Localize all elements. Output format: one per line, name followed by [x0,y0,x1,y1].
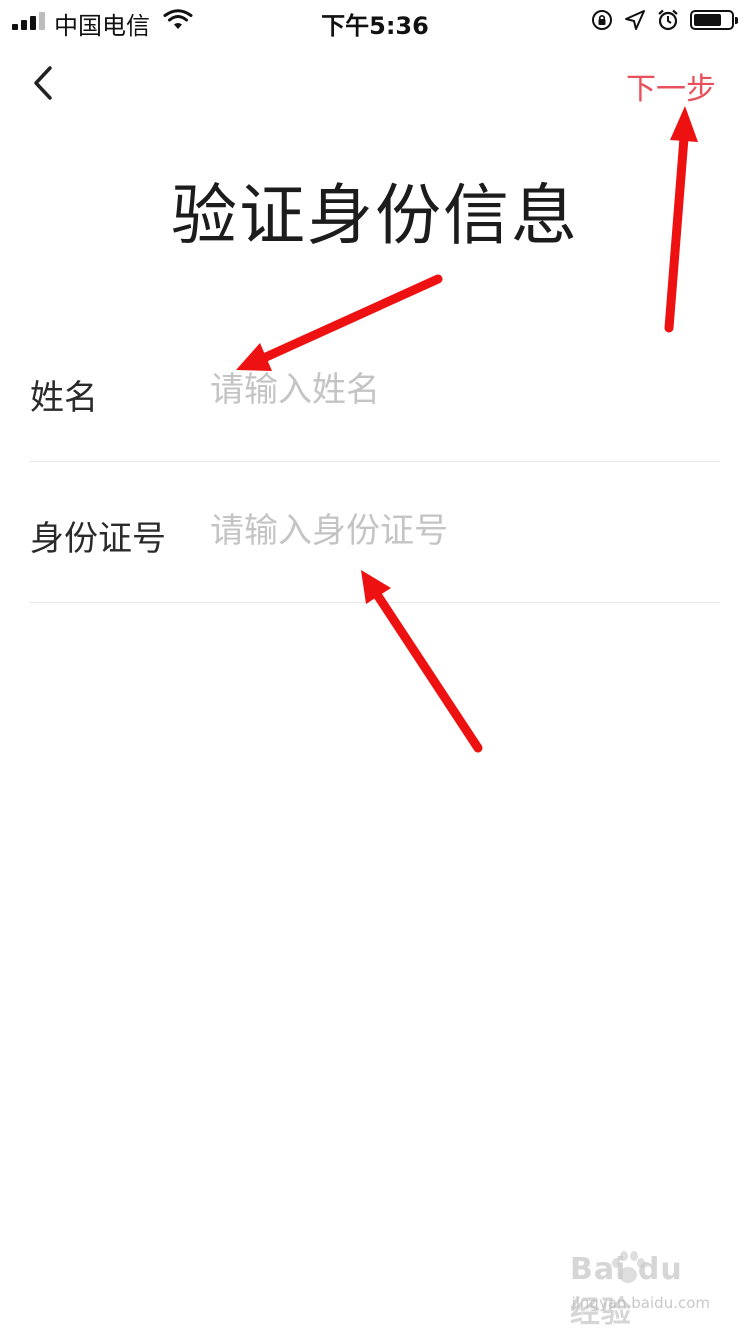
id-number-row: 身份证号 [30,463,720,603]
name-input[interactable] [210,362,710,418]
name-row: 姓名 [30,322,720,462]
id-number-input[interactable] [210,503,710,559]
verify-identity-screen: 中国电信 下午5:36 下一步 验证身份信息 姓名 请输入姓名 身份证号 请输入… [0,0,750,1334]
status-icons [590,8,738,32]
id-number-label: 身份证号 [30,519,166,559]
name-label: 姓名 [30,378,98,418]
chevron-left-icon [34,66,52,100]
status-bar: 中国电信 下午5:36 [0,0,750,40]
location-icon [625,10,645,30]
back-button[interactable] [22,58,66,108]
page-title: 验证身份信息 [171,177,579,254]
battery-icon [690,10,738,30]
watermark-brand: Bai du 经验 [570,1252,683,1330]
orientation-lock-icon [592,10,612,30]
alarm-icon [658,9,678,31]
next-step-button[interactable]: 下一步 [626,64,716,108]
baidu-jingyan-watermark: Bai du 经验 jingyan.baidu.com [570,1250,710,1330]
watermark-url: jingyan.baidu.com [571,1294,710,1312]
